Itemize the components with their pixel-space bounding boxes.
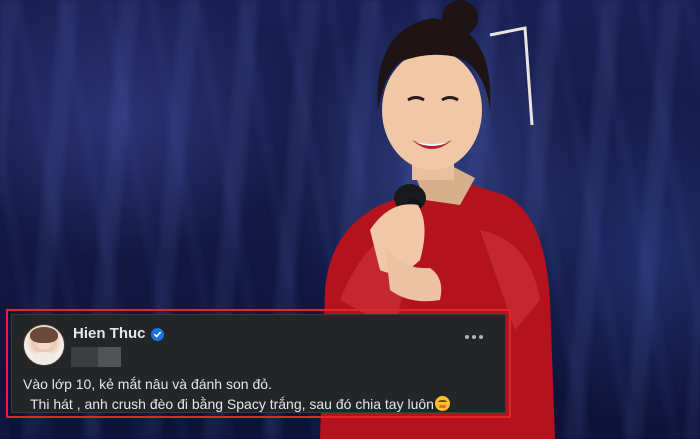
post-timestamp-redacted — [71, 347, 121, 367]
author-avatar[interactable] — [23, 324, 65, 366]
author-name[interactable]: Hien Thuc — [73, 325, 146, 343]
highlighted-post-frame: Hien Thuc Vào lớp 10, kẻ mắt nâu và đánh… — [6, 309, 511, 418]
author-row: Hien Thuc — [73, 325, 164, 343]
concert-photo-background: Hien Thuc Vào lớp 10, kẻ mắt nâu và đánh… — [0, 0, 700, 439]
more-options-icon[interactable] — [465, 335, 483, 339]
verified-badge-icon — [150, 327, 164, 341]
smiling-face-with-hand-over-mouth-emoji — [434, 396, 450, 411]
post-body: Vào lớp 10, kẻ mắt nâu và đánh son đỏ. T… — [23, 374, 495, 414]
post-line-2-wrap: Thi hát , anh crush đèo đi bằng Spacy tr… — [23, 394, 495, 414]
post-line-1: Vào lớp 10, kẻ mắt nâu và đánh son đỏ. — [23, 376, 272, 392]
post-line-2: Thi hát , anh crush đèo đi bằng Spacy tr… — [30, 396, 434, 412]
facebook-post-card: Hien Thuc Vào lớp 10, kẻ mắt nâu và đánh… — [11, 314, 506, 413]
